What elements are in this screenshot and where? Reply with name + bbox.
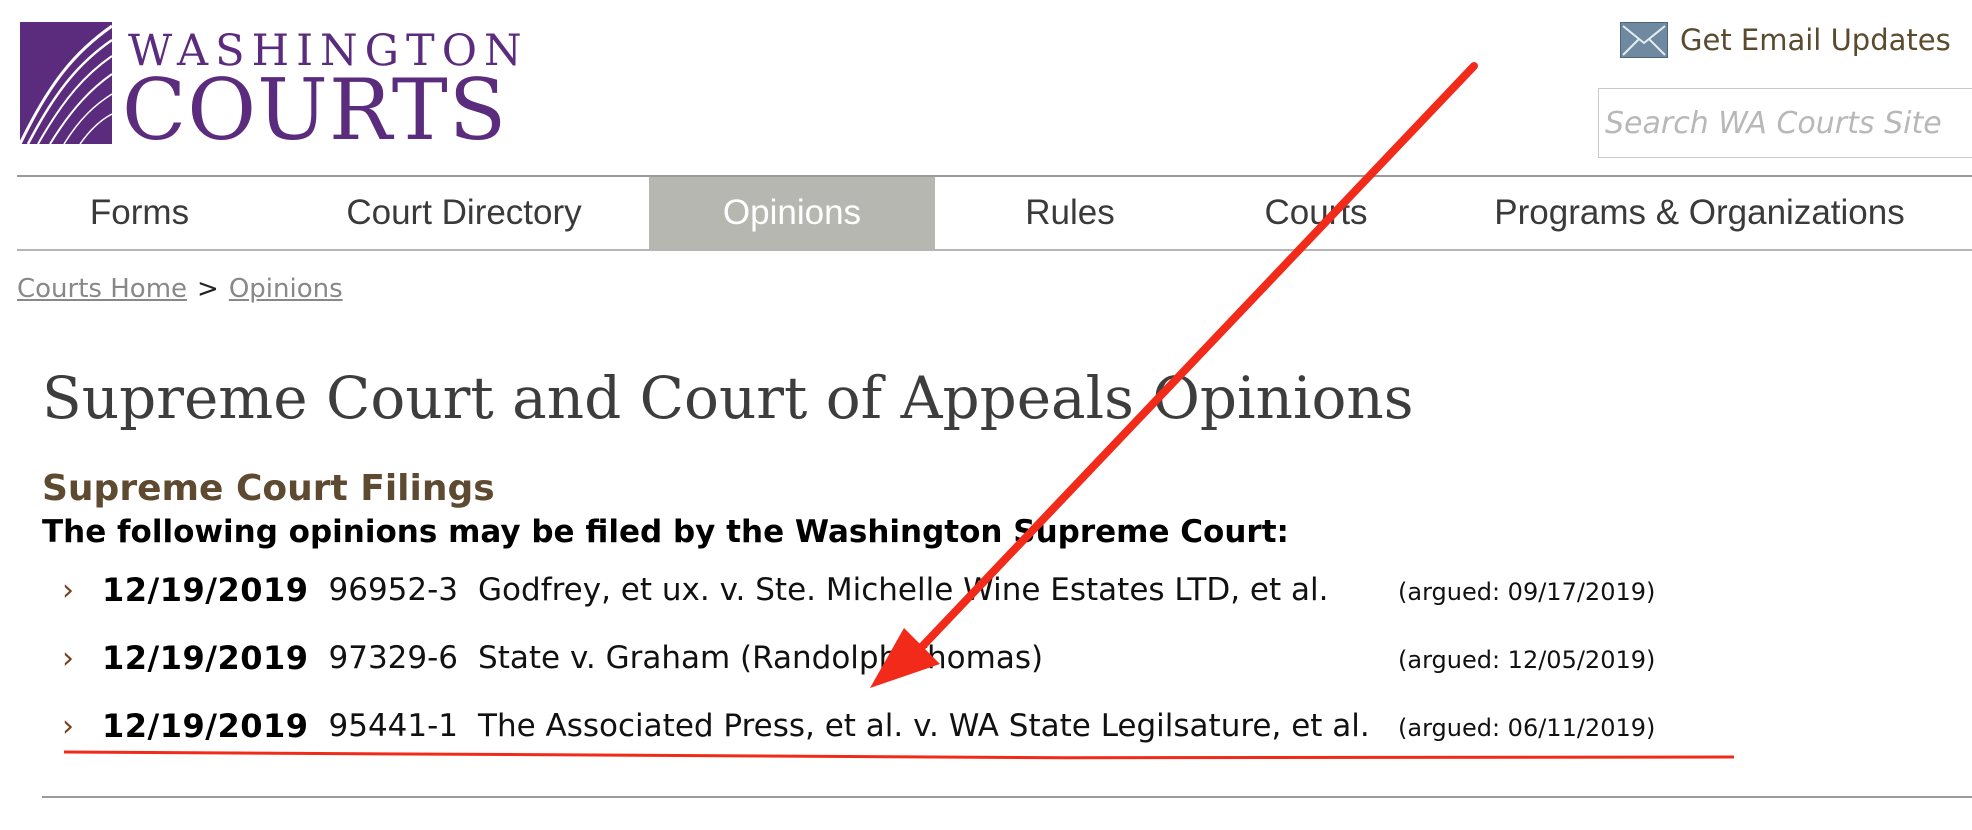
washington-courts-logo[interactable]: WASHINGTON COURTS xyxy=(20,22,522,152)
chevron-right-icon: › xyxy=(62,640,74,676)
annotation-underline xyxy=(63,750,1735,760)
filing-case-title-link[interactable]: The Associated Press, et al. v. WA State… xyxy=(478,708,1370,744)
page-title: Supreme Court and Court of Appeals Opini… xyxy=(42,364,1414,432)
logo-mark-icon xyxy=(20,22,112,144)
nav-item-rules[interactable]: Rules xyxy=(935,177,1205,249)
intro-text: The following opinions may be filed by t… xyxy=(42,514,1289,550)
filing-case-number: 95441-1 xyxy=(328,708,459,744)
nav-item-opinions[interactable]: Opinions xyxy=(649,177,935,249)
breadcrumb-opinions-link[interactable]: Opinions xyxy=(229,274,343,304)
chevron-right-icon: › xyxy=(62,572,74,608)
email-updates-link[interactable]: Get Email Updates xyxy=(1620,20,1951,60)
breadcrumb-home-link[interactable]: Courts Home xyxy=(17,274,187,304)
filing-row[interactable]: › 12/19/2019 96952-3 Godfrey, et ux. v. … xyxy=(62,565,1328,615)
nav-item-court-directory[interactable]: Court Directory xyxy=(262,177,666,249)
filing-argued-date: (argued: 09/17/2019) xyxy=(1398,578,1656,606)
logo-text-courts: COURTS xyxy=(122,61,508,159)
main-nav: Forms Court Directory Opinions Rules Cou… xyxy=(17,175,1972,251)
filing-row[interactable]: › 12/19/2019 97329-6 State v. Graham (Ra… xyxy=(62,633,1043,683)
nav-item-courts[interactable]: Courts xyxy=(1205,177,1427,249)
chevron-right-icon: › xyxy=(62,708,74,744)
filing-argued-date: (argued: 12/05/2019) xyxy=(1398,646,1656,674)
breadcrumb: Courts Home > Opinions xyxy=(17,274,343,304)
content-divider xyxy=(42,796,1972,798)
filing-case-title-link[interactable]: State v. Graham (Randolph Thomas) xyxy=(478,640,1043,676)
filing-case-number: 97329-6 xyxy=(328,640,459,676)
filing-date: 12/19/2019 xyxy=(102,639,309,677)
filing-date: 12/19/2019 xyxy=(102,707,309,745)
section-title: Supreme Court Filings xyxy=(42,468,495,509)
filing-argued-date: (argued: 06/11/2019) xyxy=(1398,714,1656,742)
nav-item-programs-organizations[interactable]: Programs & Organizations xyxy=(1427,177,1972,249)
site-search-input[interactable] xyxy=(1598,88,1972,158)
envelope-icon xyxy=(1620,22,1668,58)
filing-case-number: 96952-3 xyxy=(328,572,459,608)
filing-case-title-link[interactable]: Godfrey, et ux. v. Ste. Michelle Wine Es… xyxy=(478,572,1328,608)
nav-item-forms[interactable]: Forms xyxy=(17,177,262,249)
breadcrumb-separator: > xyxy=(197,274,219,304)
filing-date: 12/19/2019 xyxy=(102,571,309,609)
email-updates-label: Get Email Updates xyxy=(1680,23,1951,57)
filing-row[interactable]: › 12/19/2019 95441-1 The Associated Pres… xyxy=(62,701,1370,751)
